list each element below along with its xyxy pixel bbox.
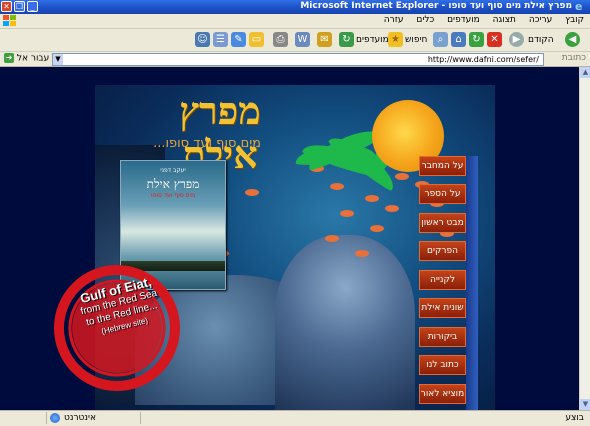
coral-right [275, 235, 415, 410]
search-button[interactable]: חיפוש [405, 32, 427, 48]
security-zone: אינטרנט [64, 413, 96, 423]
menu-tools[interactable]: כלים [416, 15, 434, 25]
messenger-icon[interactable]: ☺ [195, 32, 210, 47]
research-icon[interactable]: ☰ [213, 32, 228, 47]
word-icon[interactable]: W [295, 32, 310, 47]
back-label: הקודם [528, 35, 554, 45]
ie-icon: e [575, 0, 583, 13]
nav-chapters[interactable]: הפרקים [419, 241, 466, 261]
vertical-scrollbar[interactable]: ▲ ▼ [579, 67, 590, 410]
fish [365, 195, 379, 202]
go-arrow-icon: ➜ [4, 53, 14, 63]
windows-logo-icon [3, 15, 16, 26]
menu-help[interactable]: עזרה [384, 15, 404, 25]
nav-reviews[interactable]: ביקורות [419, 327, 466, 347]
status-separator [46, 412, 47, 424]
favorites-star-icon: ★ [388, 32, 403, 47]
nav-about-author[interactable]: על המחבר [419, 156, 466, 176]
menu-edit[interactable]: עריכה [529, 15, 552, 25]
favorites-button[interactable]: מועדפים [356, 32, 389, 48]
history-icon[interactable]: ↻ [339, 32, 354, 47]
discuss-icon[interactable]: ✎ [231, 32, 246, 47]
back-icon[interactable]: ◀ [565, 32, 580, 47]
fish [385, 205, 399, 212]
scroll-down-icon[interactable]: ▼ [580, 399, 590, 410]
stop-icon[interactable]: ✕ [487, 32, 502, 47]
refresh-icon[interactable]: ↻ [469, 32, 484, 47]
page-subtitle: מים סוף ועד סופו... [153, 136, 261, 151]
nav-write-us[interactable]: כתוב לנו [419, 355, 466, 375]
home-icon[interactable]: ⌂ [451, 32, 466, 47]
toolbar: ☺ ☰ ✎ ▭ ⎙ W ✉ ↻ מועדפים ★ חיפוש ⌕ ⌂ ↻ ✕ … [0, 29, 590, 52]
address-input[interactable]: ▼ http://www.dafni.com/sefer/ [52, 53, 544, 66]
address-label: כתובת [561, 53, 586, 63]
forward-icon[interactable]: ▶ [509, 32, 524, 47]
fish [325, 235, 339, 242]
book-subtitle: מים סוף ועד סופו [150, 192, 196, 199]
fish [340, 210, 354, 217]
book-title: מפרץ אילת [146, 177, 200, 191]
menu-favorites[interactable]: מועדפים [447, 15, 480, 25]
minimize-button[interactable]: _ [27, 1, 38, 12]
internet-zone-icon [50, 413, 60, 423]
fish [330, 183, 344, 190]
fish [355, 250, 369, 257]
status-separator [140, 412, 141, 424]
favorites-label: מועדפים [356, 35, 389, 45]
nav-eilat-reef[interactable]: שונית אילת [419, 298, 466, 318]
fish [370, 225, 384, 232]
menu-bar: קובץ עריכה תצוגה מועדפים כלים עזרה [0, 14, 590, 29]
address-bar: ➜ עבור אל ▼ http://www.dafni.com/sefer/ … [0, 52, 590, 67]
go-label: עבור אל [16, 53, 50, 64]
edit-icon[interactable]: ▭ [249, 32, 264, 47]
nav-first-look[interactable]: מבט ראשון [419, 213, 466, 233]
address-url: http://www.dafni.com/sefer/ [427, 55, 539, 64]
close-button[interactable]: ✕ [1, 1, 12, 12]
page-content: מפרץ אילת מים סוף ועד סופו... יעקב דפני … [0, 67, 590, 410]
menu-view[interactable]: תצוגה [493, 15, 516, 25]
back-button[interactable]: הקודם [528, 32, 554, 48]
nav-purchase[interactable]: לקנייה [419, 270, 466, 290]
mail-icon[interactable]: ✉ [317, 32, 332, 47]
restore-button[interactable]: ❐ [14, 1, 25, 12]
fish [395, 173, 409, 180]
status-bar: בוצע אינטרנט [0, 410, 590, 426]
menu-file[interactable]: קובץ [565, 15, 584, 25]
status-text: בוצע [565, 413, 584, 423]
go-button[interactable]: ➜ עבור אל [4, 53, 49, 64]
search-icon: ⌕ [433, 32, 448, 47]
fish [245, 189, 259, 196]
nav-track [466, 156, 478, 410]
scroll-up-icon[interactable]: ▲ [580, 67, 590, 78]
nav-publisher[interactable]: מוציא לאור [419, 384, 466, 404]
window-title: מפרץ אילת מים סוף ועד סופו - Microsoft I… [300, 1, 572, 11]
book-author: יעקב דפני [160, 167, 186, 174]
search-label: חיפוש [405, 35, 428, 45]
nav-about-book[interactable]: על הספר [419, 184, 466, 204]
print-icon[interactable]: ⎙ [273, 32, 288, 47]
title-bar: ✕ ❐ _ מפרץ אילת מים סוף ועד סופו - Micro… [0, 0, 590, 14]
address-dropdown-icon[interactable]: ▼ [53, 54, 63, 65]
